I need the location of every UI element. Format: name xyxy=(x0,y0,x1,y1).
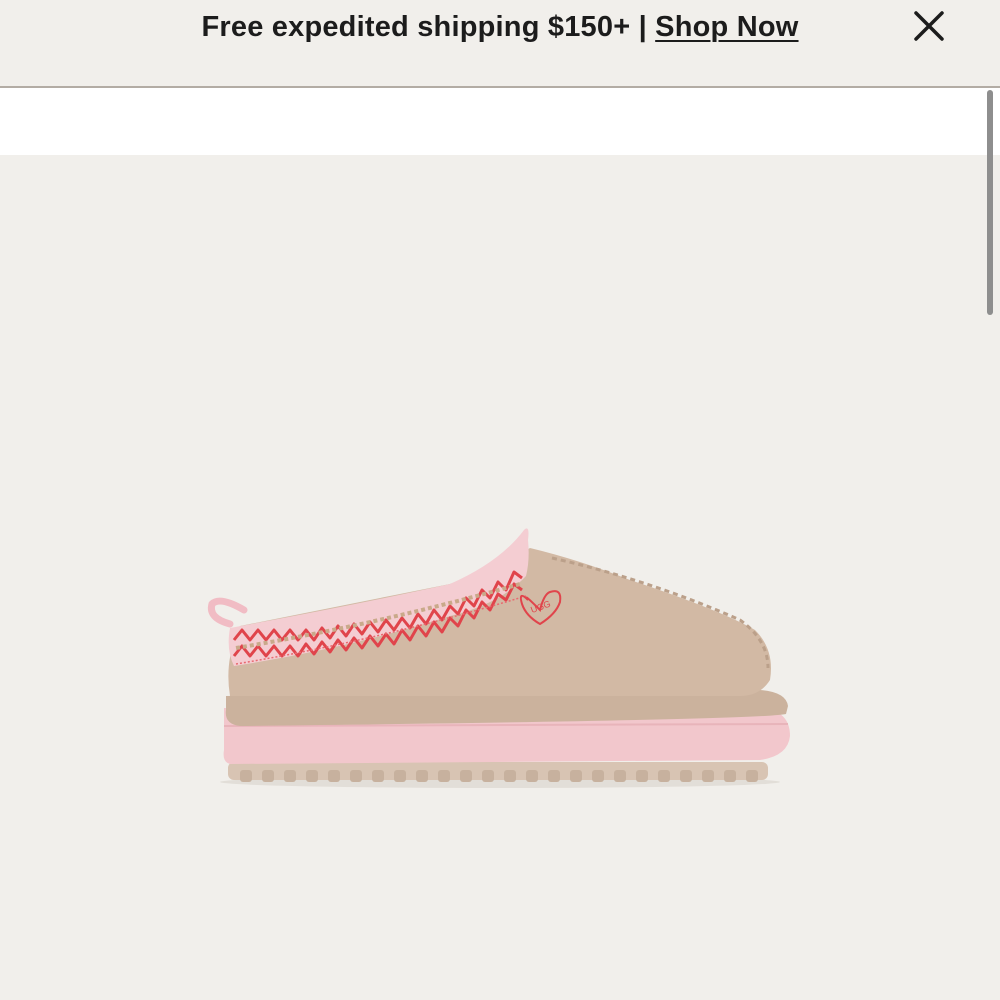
page: Free expedited shipping $150+ | Shop Now xyxy=(0,0,1000,1000)
scrollbar[interactable] xyxy=(987,90,993,315)
shop-now-link[interactable]: Shop Now xyxy=(655,11,798,43)
promo-message: Free expedited shipping $150+ | Shop Now xyxy=(0,0,1000,54)
header-spacer xyxy=(0,88,1000,155)
close-banner-button[interactable] xyxy=(906,4,952,50)
promo-text: Free expedited shipping $150+ | xyxy=(201,11,656,43)
promo-banner: Free expedited shipping $150+ | Shop Now xyxy=(0,0,1000,88)
heel-loop xyxy=(207,597,248,628)
slipper-image[interactable]: UGG xyxy=(200,500,800,800)
close-icon xyxy=(914,11,944,41)
slipper-illustration: UGG xyxy=(207,528,791,788)
